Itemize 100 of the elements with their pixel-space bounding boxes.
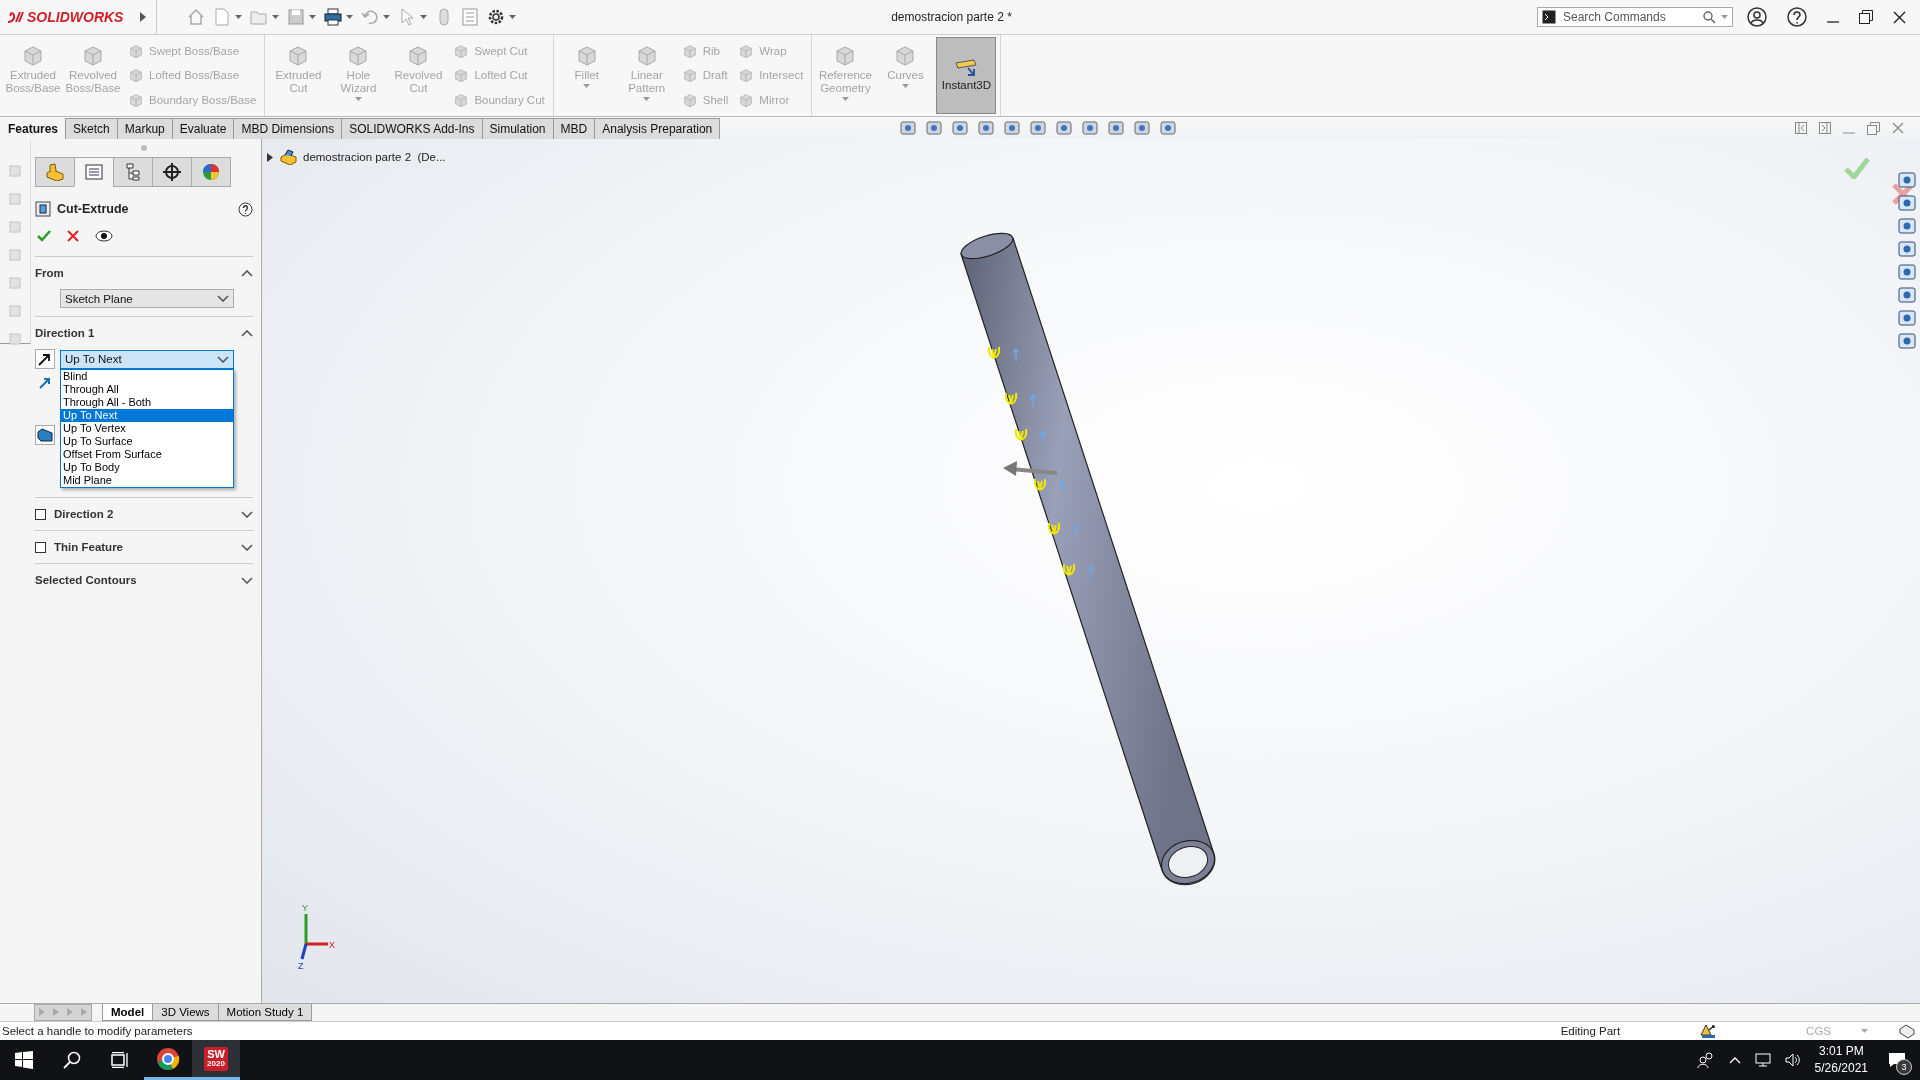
model-tab[interactable]: 3D Views — [152, 1004, 219, 1021]
expand-icon[interactable] — [217, 295, 229, 302]
dropdown-option[interactable]: Blind — [61, 370, 233, 383]
cube-icon — [681, 67, 698, 84]
model-tab[interactable]: Model — [102, 1004, 154, 1021]
section-title: From — [35, 267, 65, 279]
command-tab[interactable]: Simulation — [481, 118, 554, 139]
command-tab[interactable]: Markup — [116, 118, 173, 139]
expand-icon[interactable] — [241, 510, 253, 518]
search-field[interactable]: Search Commands — [1561, 9, 1698, 25]
status-mode: Editing Part — [1560, 1025, 1621, 1037]
tree-item[interactable]: demostracion parte 2 (De... — [303, 151, 446, 163]
direction-arrow[interactable] — [1003, 461, 1058, 476]
model-tab[interactable]: Motion Study 1 — [217, 1004, 313, 1021]
search-icon — [63, 1051, 81, 1069]
network-icon[interactable] — [1754, 1052, 1771, 1068]
checkbox[interactable] — [35, 508, 46, 520]
resize-handle[interactable] — [141, 145, 147, 151]
cube-icon — [738, 91, 755, 108]
expand-icon[interactable] — [217, 355, 229, 363]
browser-icon — [156, 1046, 180, 1071]
dropdown[interactable]: Up To Next — [60, 349, 234, 369]
command-tab[interactable]: MBD Dimensions — [233, 118, 343, 139]
people-icon[interactable] — [1696, 1052, 1715, 1068]
dropdown-option[interactable]: Offset From Surface — [61, 448, 233, 461]
configuration-icon — [125, 163, 141, 181]
caret-icon[interactable] — [235, 15, 242, 19]
crosshair-icon — [163, 163, 181, 181]
cube-icon — [681, 91, 698, 108]
rebuild-warning-icon — [1700, 1024, 1717, 1038]
tile-right-icon[interactable] — [1819, 122, 1831, 134]
ruler-icon — [954, 58, 979, 77]
handle-markers-drawing[interactable] — [987, 346, 1095, 579]
command-tab[interactable]: SOLIDWORKS Add-Ins — [341, 118, 483, 139]
section-title: Thin Feature — [54, 541, 124, 553]
task-view-icon — [111, 1052, 129, 1068]
help-icon[interactable] — [1787, 7, 1807, 27]
restore-icon[interactable] — [1859, 10, 1873, 24]
reverse-direction-button[interactable] — [35, 349, 55, 369]
cad-taskbar-button[interactable]: SW 2020 — [192, 1040, 240, 1080]
expand-menu-icon[interactable] — [140, 12, 146, 22]
caret-icon[interactable] — [309, 15, 316, 19]
caret-icon[interactable] — [1721, 15, 1728, 19]
dropdown-option[interactable]: Up To Next — [61, 409, 233, 422]
section-title: Selected Contours — [35, 574, 138, 586]
collapse-icon[interactable] — [241, 329, 253, 337]
cube-icon — [128, 91, 144, 108]
command-tab[interactable]: Evaluate — [171, 118, 235, 139]
panel-tab[interactable] — [152, 157, 192, 187]
dropdown-option[interactable]: Through All - Both — [61, 396, 233, 409]
document-title: demostracion parte 2 * — [890, 10, 1013, 24]
dropdown-option[interactable]: Up To Vertex — [61, 422, 233, 435]
dropdown-option[interactable]: Mid Plane — [61, 474, 233, 487]
app-logo: SOLIDWORKS — [27, 9, 124, 25]
cube-icon — [128, 67, 144, 84]
caret-icon[interactable] — [272, 15, 279, 19]
close-icon[interactable] — [1893, 10, 1906, 24]
dropdown-option[interactable]: Up To Surface — [61, 435, 233, 448]
caret-icon[interactable] — [420, 15, 427, 19]
section-title: Direction 1 — [35, 327, 96, 339]
windows-icon — [15, 1051, 33, 1069]
search-icon — [1703, 10, 1716, 24]
ok-icon[interactable] — [37, 229, 51, 242]
dropdown-option[interactable]: Through All — [61, 383, 233, 396]
arrows-icon — [37, 351, 53, 367]
expand-icon[interactable] — [241, 576, 253, 584]
dropdown[interactable]: Sketch Plane — [60, 289, 234, 308]
expand-icon[interactable] — [267, 152, 273, 162]
cancel-icon[interactable] — [1892, 183, 1914, 205]
search-box[interactable]: Search Commands — [1537, 7, 1733, 27]
notification-button[interactable]: 3 — [1882, 1045, 1912, 1075]
chevron-up-icon[interactable] — [1728, 1056, 1741, 1064]
dropdown-option[interactable]: Up To Body — [61, 461, 233, 474]
logo-mark-icon — [6, 10, 24, 24]
cancel-icon[interactable] — [67, 229, 79, 242]
part-icon — [45, 163, 65, 181]
command-tab[interactable]: Analysis Preparation — [594, 118, 721, 139]
tile-left-icon[interactable] — [1795, 122, 1807, 134]
status-message: Select a handle to modify parameters — [2, 1025, 194, 1037]
print-icon[interactable] — [324, 8, 342, 26]
clock[interactable]: 3:01 PM 5/26/2021 — [1814, 1043, 1868, 1077]
terminal-icon — [1542, 10, 1556, 24]
caret-icon[interactable] — [509, 15, 516, 19]
caret-icon[interactable] — [346, 15, 353, 19]
face-select-button[interactable] — [35, 425, 55, 445]
command-tab[interactable]: MBD — [552, 118, 596, 139]
user-icon[interactable] — [1747, 7, 1767, 27]
cube-icon — [453, 67, 470, 84]
caret-icon[interactable] — [383, 15, 390, 19]
settings-icon[interactable] — [487, 8, 505, 26]
help-icon[interactable] — [238, 201, 253, 217]
block-icon — [37, 428, 53, 442]
part-icon — [279, 149, 297, 165]
ribbon-button[interactable]: Instant3D — [936, 37, 997, 114]
volume-icon[interactable] — [1784, 1052, 1801, 1068]
cube-icon — [681, 43, 698, 60]
collapse-icon[interactable] — [241, 269, 253, 277]
command-tab[interactable]: Sketch — [65, 118, 118, 139]
checkbox[interactable] — [35, 541, 46, 553]
expand-icon[interactable] — [241, 543, 253, 551]
